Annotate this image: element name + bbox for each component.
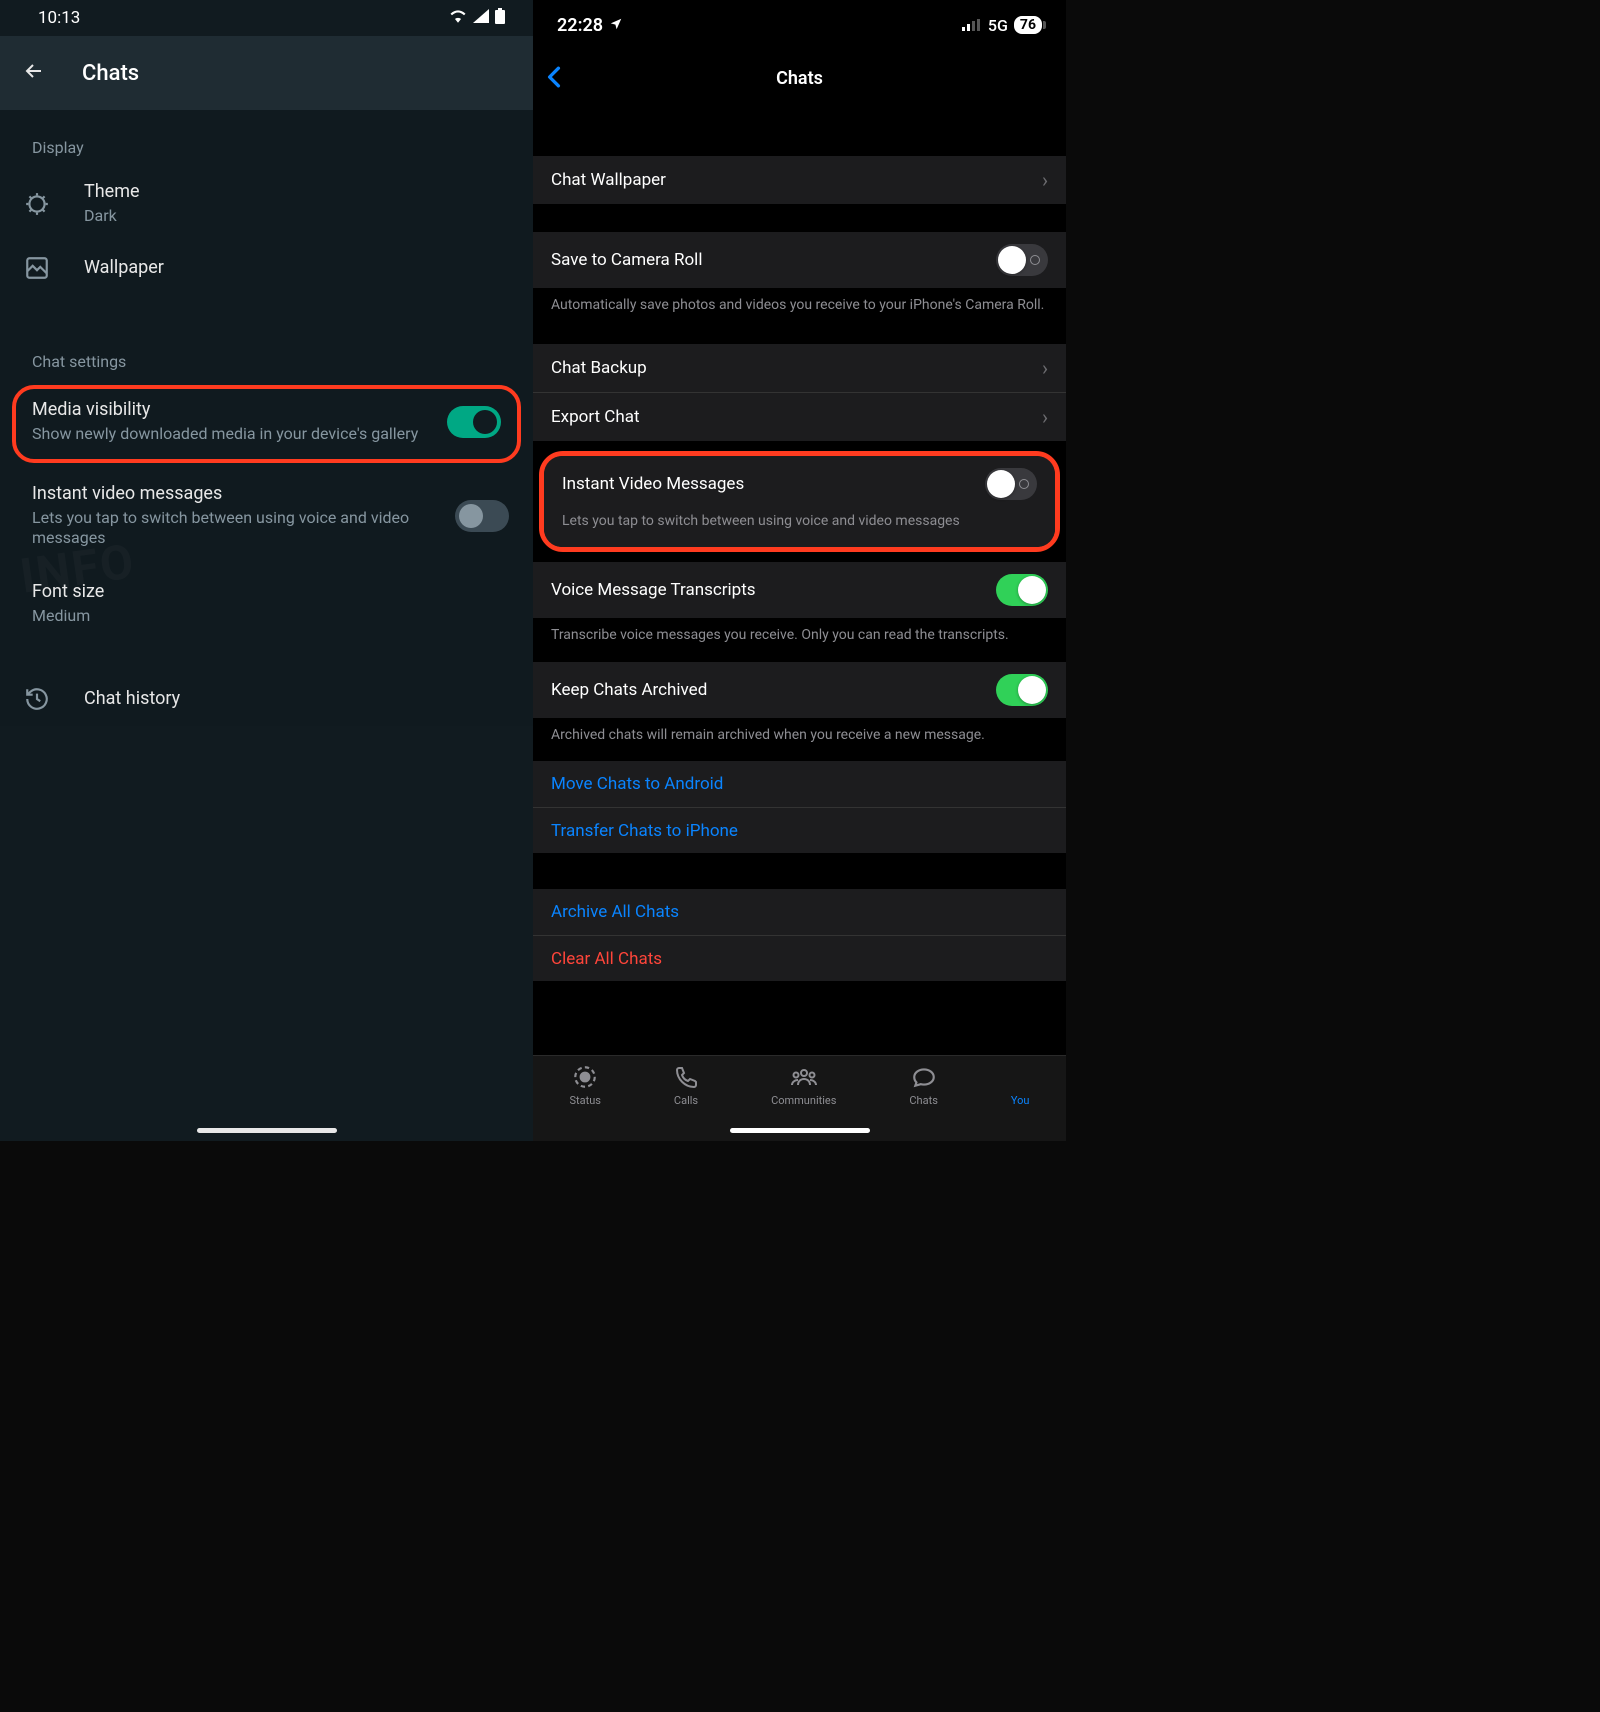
tab-calls[interactable]: Calls: [674, 1064, 698, 1107]
android-instant-video-label: Instant video messages: [32, 483, 435, 504]
transfer-iphone-row[interactable]: Transfer Chats to iPhone: [533, 807, 1066, 853]
chat-history-row[interactable]: Chat history: [0, 672, 533, 726]
move-android-row[interactable]: Move Chats to Android: [533, 761, 1066, 807]
save-camera-roll-label: Save to Camera Roll: [551, 250, 996, 270]
tab-status-label: Status: [569, 1094, 600, 1107]
save-camera-roll-toggle[interactable]: [996, 244, 1048, 276]
tab-you[interactable]: · You: [1011, 1064, 1030, 1107]
android-header-title: Chats: [82, 61, 139, 86]
cellular-icon: [962, 16, 982, 35]
voice-transcripts-toggle[interactable]: [996, 574, 1048, 606]
back-icon[interactable]: [22, 59, 46, 87]
keep-archived-label: Keep Chats Archived: [551, 680, 996, 700]
chat-backup-label: Chat Backup: [551, 358, 1042, 378]
keep-archived-desc: Archived chats will remain archived when…: [533, 718, 1066, 762]
android-status-icons: [449, 8, 505, 29]
keep-archived-row[interactable]: Keep Chats Archived: [533, 662, 1066, 718]
theme-icon: [24, 191, 50, 217]
theme-row[interactable]: Theme Dark: [0, 167, 533, 241]
save-camera-roll-desc: Automatically save photos and videos you…: [533, 288, 1066, 332]
chats-icon: [911, 1064, 937, 1090]
export-chat-row[interactable]: Export Chat ›: [533, 392, 1066, 441]
android-instant-video-toggle[interactable]: [455, 500, 509, 532]
archive-all-label: Archive All Chats: [551, 902, 1048, 922]
theme-value: Dark: [84, 206, 140, 227]
tab-chats-label: Chats: [909, 1094, 937, 1107]
android-screen: 10:13 Chats Display Theme Dark: [0, 0, 533, 1141]
ios-instant-video-desc: Lets you tap to switch between using voi…: [544, 512, 1055, 548]
export-chat-label: Export Chat: [551, 407, 1042, 427]
communities-icon: [790, 1064, 818, 1090]
move-android-label: Move Chats to Android: [551, 774, 1048, 794]
battery-icon: [495, 8, 505, 29]
transfer-iphone-label: Transfer Chats to iPhone: [551, 821, 1048, 841]
font-size-label: Font size: [32, 581, 509, 602]
clear-all-row[interactable]: Clear All Chats: [533, 935, 1066, 981]
android-instant-video-desc: Lets you tap to switch between using voi…: [32, 508, 435, 550]
android-status-time: 10:13: [38, 8, 80, 28]
tab-chats[interactable]: Chats: [909, 1064, 937, 1107]
android-home-indicator[interactable]: [197, 1128, 337, 1133]
network-label: 5G: [988, 16, 1008, 35]
media-visibility-desc: Show newly downloaded media in your devi…: [32, 424, 447, 445]
instant-video-highlight: Instant Video Messages Lets you tap to s…: [539, 451, 1060, 553]
ios-status-bar: 22:28 5G 76: [533, 0, 1066, 50]
ios-content: Chat Wallpaper › Save to Camera Roll Aut…: [533, 106, 1066, 1055]
voice-transcripts-desc: Transcribe voice messages you receive. O…: [533, 618, 1066, 662]
voice-transcripts-row[interactable]: Voice Message Transcripts: [533, 562, 1066, 618]
ios-tab-bar: Status Calls Communities Chats · You: [533, 1055, 1066, 1141]
history-icon: [24, 686, 50, 712]
ios-header: Chats: [533, 50, 1066, 106]
media-visibility-highlight: Media visibility Show newly downloaded m…: [12, 385, 521, 463]
ios-screen: 22:28 5G 76 Chats Chat Wallpaper ›: [533, 0, 1066, 1141]
archive-all-row[interactable]: Archive All Chats: [533, 889, 1066, 935]
android-status-bar: 10:13: [0, 0, 533, 36]
ios-instant-video-row[interactable]: Instant Video Messages: [544, 456, 1055, 512]
tab-calls-label: Calls: [674, 1094, 698, 1107]
ios-instant-video-toggle[interactable]: [985, 468, 1037, 500]
media-visibility-toggle[interactable]: [447, 406, 501, 438]
wallpaper-label: Wallpaper: [84, 257, 164, 278]
section-chat-settings-header: Chat settings: [0, 324, 533, 381]
tab-communities-label: Communities: [771, 1094, 836, 1107]
chat-history-label: Chat history: [84, 688, 180, 709]
chevron-right-icon: ›: [1042, 168, 1048, 192]
save-camera-roll-row[interactable]: Save to Camera Roll: [533, 232, 1066, 288]
ios-header-title: Chats: [776, 68, 823, 89]
ios-status-time: 22:28: [557, 15, 603, 36]
wallpaper-icon: [24, 255, 50, 281]
tab-communities[interactable]: Communities: [771, 1064, 836, 1107]
ios-instant-video-label: Instant Video Messages: [562, 474, 985, 494]
chevron-right-icon: ›: [1042, 405, 1048, 429]
location-icon: [609, 15, 623, 36]
ios-back-button[interactable]: [547, 62, 561, 95]
media-visibility-label: Media visibility: [32, 399, 447, 420]
chat-wallpaper-label: Chat Wallpaper: [551, 170, 1042, 190]
wallpaper-row[interactable]: Wallpaper: [0, 241, 533, 295]
phone-icon: [674, 1064, 698, 1090]
wifi-icon: [449, 8, 467, 28]
font-size-row[interactable]: Font size Medium: [32, 565, 509, 643]
ios-home-indicator[interactable]: [730, 1128, 870, 1133]
keep-archived-toggle[interactable]: [996, 674, 1048, 706]
font-size-value: Medium: [32, 606, 509, 627]
tab-status[interactable]: Status: [569, 1064, 600, 1107]
instant-video-row[interactable]: Instant video messages Lets you tap to s…: [32, 467, 509, 566]
signal-icon: [473, 8, 489, 28]
tab-you-label: You: [1011, 1094, 1030, 1107]
chat-backup-row[interactable]: Chat Backup ›: [533, 344, 1066, 392]
battery-level: 76: [1014, 16, 1042, 34]
chat-wallpaper-row[interactable]: Chat Wallpaper ›: [533, 156, 1066, 204]
android-content: Display Theme Dark Wallpaper Chat settin…: [0, 110, 533, 726]
android-header: Chats: [0, 36, 533, 110]
theme-label: Theme: [84, 181, 140, 202]
clear-all-label: Clear All Chats: [551, 949, 1048, 969]
voice-transcripts-label: Voice Message Transcripts: [551, 580, 996, 600]
status-icon: [572, 1064, 598, 1090]
chevron-right-icon: ›: [1042, 356, 1048, 380]
section-display-header: Display: [0, 110, 533, 167]
